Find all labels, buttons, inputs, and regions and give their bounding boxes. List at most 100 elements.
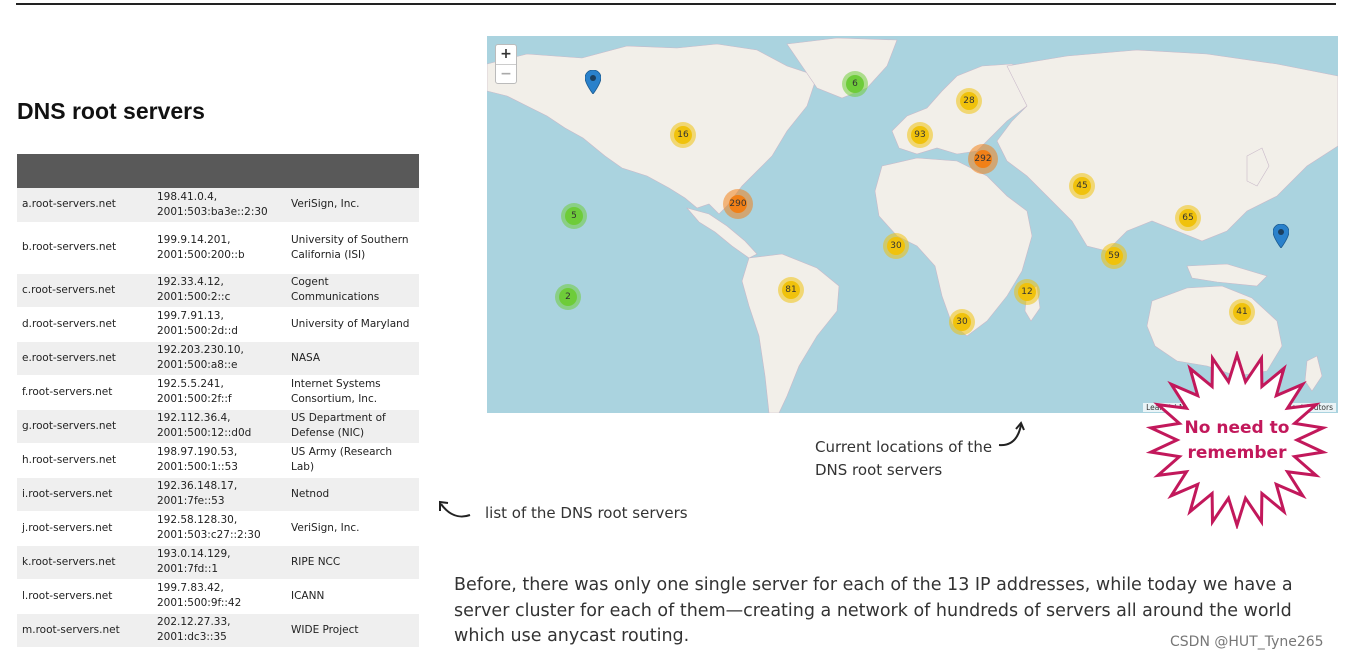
map-cluster[interactable]: 41 bbox=[1229, 299, 1255, 325]
table-row: h.root-servers.net 198.97.190.53, 2001:500… bbox=[17, 443, 419, 478]
map-cluster[interactable]: 6 bbox=[842, 71, 868, 97]
ip-address-cell: 199.7.83.42,2001:500:9f::42 bbox=[152, 579, 286, 614]
ipv4-address: 202.12.27.33, bbox=[157, 616, 231, 628]
table-row: k.root-servers.net 193.0.14.129, 2001:7fd… bbox=[17, 545, 419, 580]
hostname-cell: a.root-servers.net bbox=[17, 188, 152, 223]
operator-name: WIDE Project bbox=[291, 623, 359, 636]
operator-name: Netnod bbox=[291, 487, 330, 500]
operator-cell: WIDE Project bbox=[286, 613, 419, 648]
ip-address-cell: 198.41.0.4,2001:503:ba3e::2:30 bbox=[152, 188, 286, 223]
ipv6-address: 2001:500:9f::42 bbox=[157, 597, 242, 609]
ipv4-address: 198.97.190.53, bbox=[157, 446, 238, 458]
map-marker-icon[interactable] bbox=[1273, 224, 1289, 248]
ipv6-address: 2001:7fe::53 bbox=[157, 495, 225, 507]
ip-address-cell: 192.33.4.12, 2001:500:2::c bbox=[152, 273, 286, 308]
table-header bbox=[17, 154, 419, 188]
map-cluster[interactable]: 30 bbox=[949, 309, 975, 335]
ip-address-cell: 198.97.190.53,2001:500:1::53 bbox=[152, 443, 286, 478]
ipv6-address: 2001:500:12::d0d bbox=[157, 427, 252, 439]
hostname-cell: b.root-servers.net bbox=[17, 222, 152, 274]
ipv6-address: 2001:500:2d::d bbox=[157, 325, 238, 337]
explanation-paragraph: Before, there was only one single server… bbox=[454, 575, 1293, 646]
zoom-control: + − bbox=[495, 44, 517, 84]
table-row: j.root-servers.net 192.58.128.30, 2001:503… bbox=[17, 511, 419, 546]
hostname-cell: c.root-servers.net bbox=[17, 273, 152, 308]
ipv4-address: 192.58.128.30, bbox=[157, 514, 238, 526]
zoom-in-button[interactable]: + bbox=[496, 45, 516, 65]
hostname-cell: e.root-servers.net bbox=[17, 341, 152, 376]
ip-address-cell: 199.7.91.13,2001:500:2d::d bbox=[152, 307, 286, 342]
ip-address-cell: 192.112.36.4, 2001:500:12::d0d bbox=[152, 409, 286, 444]
table-row: b.root-servers.net 199.9.14.201, 2001:500:… bbox=[17, 222, 419, 274]
ipv4-address: 199.7.91.13, bbox=[157, 310, 224, 322]
map-cluster[interactable]: 59 bbox=[1101, 243, 1127, 269]
ip-address-cell: 193.0.14.129, 2001:7fd::1 bbox=[152, 545, 286, 580]
hostname-cell: k.root-servers.net bbox=[17, 545, 152, 580]
ip-address-cell: 192.36.148.17, 2001:7fe::53 bbox=[152, 477, 286, 512]
table-row: g.root-servers.net 192.112.36.4, 2001:500:… bbox=[17, 409, 419, 444]
map-cluster[interactable]: 2 bbox=[555, 284, 581, 310]
ipv6-address: 2001:500:1::53 bbox=[157, 461, 238, 473]
slide-title: DNS root servers bbox=[17, 98, 205, 124]
table-row: l.root-servers.net 199.7.83.42, 2001:500:9… bbox=[17, 579, 419, 614]
map-cluster[interactable]: 12 bbox=[1014, 279, 1040, 305]
zoom-out-button[interactable]: − bbox=[496, 65, 516, 84]
callout-text: No need to remember bbox=[1184, 418, 1290, 463]
operator-name: ICANN bbox=[291, 589, 325, 602]
table-row: m.root-servers.net 202.12.27.33, 2001:dc3:… bbox=[17, 613, 419, 648]
map-caption: Current locations of the DNS root server… bbox=[815, 438, 993, 479]
operator-cell: NASA bbox=[286, 341, 419, 376]
ipv6-address: 2001:503:c27::2:30 bbox=[157, 529, 261, 541]
ipv6-address: 2001:dc3::35 bbox=[157, 631, 227, 643]
operator-name: University of Maryland bbox=[291, 317, 410, 330]
operator-cell: US Department of Defense (NIC) bbox=[286, 409, 419, 444]
ip-address-cell: 192.58.128.30,2001:503:c27::2:30 bbox=[152, 511, 286, 546]
operator-name-continued: Defense (NIC) bbox=[291, 427, 365, 439]
map-cluster[interactable]: 65 bbox=[1175, 205, 1201, 231]
hostname-cell: m.root-servers.net bbox=[17, 613, 152, 648]
table-row: i.root-servers.net 192.36.148.17, 2001:7fe… bbox=[17, 477, 419, 512]
ipv4-address: 198.41.0.4, bbox=[157, 190, 218, 203]
ip-address-cell: 202.12.27.33,2001:dc3::35 bbox=[152, 613, 286, 648]
ipv4-address: 192.33.4.12, bbox=[157, 276, 224, 288]
operator-cell: RIPE NCC bbox=[286, 545, 419, 580]
map-cluster[interactable]: 30 bbox=[883, 233, 909, 259]
operator-name: US Army (Research Lab) bbox=[291, 446, 393, 473]
table-row: c.root-servers.net 192.33.4.12, 2001:500:2… bbox=[17, 273, 419, 308]
operator-cell: University of Southern California (ISI) bbox=[286, 222, 419, 274]
operator-name: VeriSign, Inc. bbox=[291, 198, 360, 211]
ipv4-address: 192.203.230.10, bbox=[157, 344, 244, 356]
operator-cell: University of Maryland bbox=[286, 307, 419, 342]
operator-cell: Cogent Communications bbox=[286, 273, 419, 308]
map-cluster[interactable]: 292 bbox=[968, 144, 998, 174]
operator-cell: US Army (Research Lab) bbox=[286, 443, 419, 478]
operator-cell: VeriSign, Inc. bbox=[286, 511, 419, 546]
operator-cell: Internet Systems Consortium, Inc. bbox=[286, 375, 419, 410]
map-cluster[interactable]: 28 bbox=[956, 88, 982, 114]
ipv4-address: 192.5.5.241, bbox=[157, 378, 224, 390]
operator-name-continued: California (ISI) bbox=[291, 248, 366, 261]
top-rule bbox=[16, 3, 1336, 5]
ipv4-address: 199.7.83.42, bbox=[157, 582, 224, 594]
map-cluster[interactable]: 81 bbox=[778, 277, 804, 303]
operator-name: US Department of bbox=[291, 412, 386, 424]
ipv6-address: 2001:500:a8::e bbox=[157, 359, 238, 371]
root-servers-table: a.root-servers.net 198.41.0.4, 2001:503:ba… bbox=[17, 154, 419, 648]
map-cluster[interactable]: 93 bbox=[907, 122, 933, 148]
ipv6-address: 2001:500:2f::f bbox=[157, 393, 232, 405]
hostname-cell: h.root-servers.net bbox=[17, 443, 152, 478]
table-row: f.root-servers.net 192.5.5.241, 2001:500:2… bbox=[17, 375, 419, 410]
map-cluster[interactable]: 5 bbox=[561, 203, 587, 229]
map-cluster[interactable]: 290 bbox=[723, 189, 753, 219]
table-row: a.root-servers.net 198.41.0.4, 2001:503:ba… bbox=[17, 188, 419, 223]
ipv6-address: 2001:500:200::b bbox=[157, 248, 245, 261]
map-cluster[interactable]: 16 bbox=[670, 122, 696, 148]
ipv6-address: 2001:503:ba3e::2:30 bbox=[157, 205, 268, 218]
ipv4-address: 199.9.14.201, bbox=[157, 233, 231, 246]
map-cluster[interactable]: 45 bbox=[1069, 173, 1095, 199]
curved-arrow-icon bbox=[998, 421, 1025, 447]
operator-cell: ICANN bbox=[286, 579, 419, 614]
hostname-cell: l.root-servers.net bbox=[17, 579, 152, 614]
hostname-cell: j.root-servers.net bbox=[17, 511, 152, 546]
map-marker-icon[interactable] bbox=[585, 70, 601, 94]
